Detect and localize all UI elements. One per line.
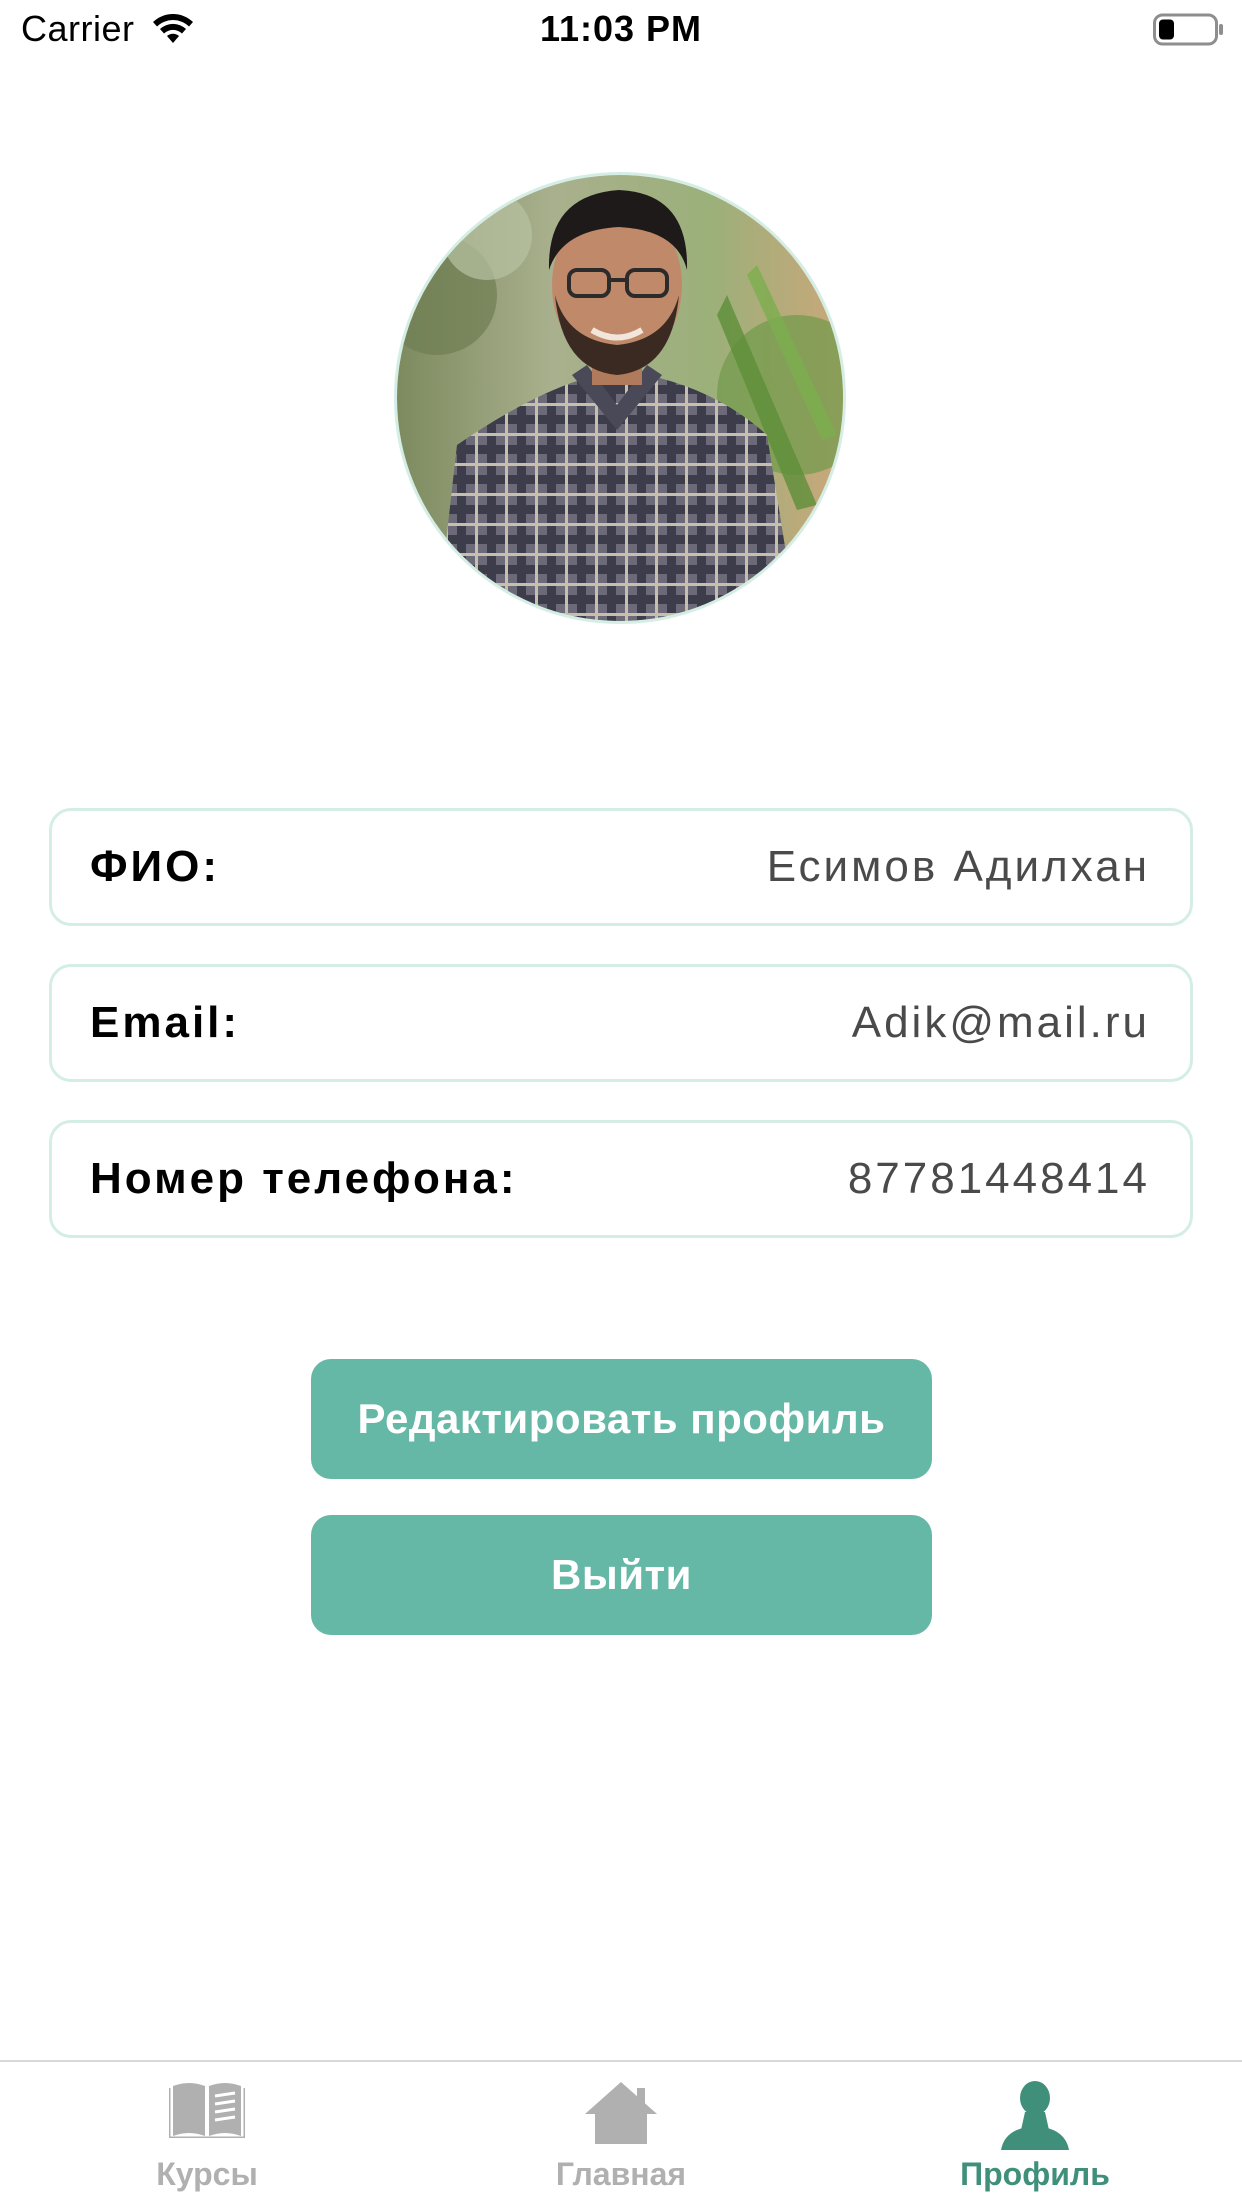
full-name-label: ФИО:: [90, 842, 221, 891]
status-bar: Carrier 11:03 PM: [0, 0, 1242, 62]
clock: 11:03 PM: [539, 8, 703, 49]
battery-low-icon: [1153, 13, 1223, 46]
tab-profile[interactable]: Профиль: [828, 2062, 1242, 2208]
tab-bar: Курсы Главная Профиль: [0, 2060, 1242, 2208]
phone-value: 87781448414: [847, 1154, 1150, 1203]
tab-home-label: Главная: [555, 2156, 687, 2192]
field-email: Email: Adik@mail.ru: [49, 964, 1193, 1082]
tab-profile-label: Профиль: [960, 2156, 1110, 2192]
email-label: Email:: [90, 998, 241, 1047]
full-name-value: Есимов Адилхан: [766, 842, 1150, 891]
home-icon: [585, 2082, 657, 2144]
tab-courses[interactable]: Курсы: [0, 2062, 414, 2208]
tab-home[interactable]: Главная: [414, 2062, 828, 2208]
edit-profile-button[interactable]: Редактировать профиль: [311, 1359, 932, 1479]
tab-courses-label: Курсы: [156, 2156, 258, 2192]
profile-photo: [397, 175, 843, 621]
person-icon: [1001, 2081, 1069, 2150]
book-icon: [169, 2083, 245, 2138]
email-value: Adik@mail.ru: [851, 998, 1150, 1047]
field-phone: Номер телефона: 87781448414: [49, 1120, 1193, 1238]
phone-label: Номер телефона:: [90, 1154, 518, 1203]
field-full-name: ФИО: Есимов Адилхан: [49, 808, 1193, 926]
profile-avatar[interactable]: [394, 172, 846, 624]
logout-button[interactable]: Выйти: [311, 1515, 932, 1635]
